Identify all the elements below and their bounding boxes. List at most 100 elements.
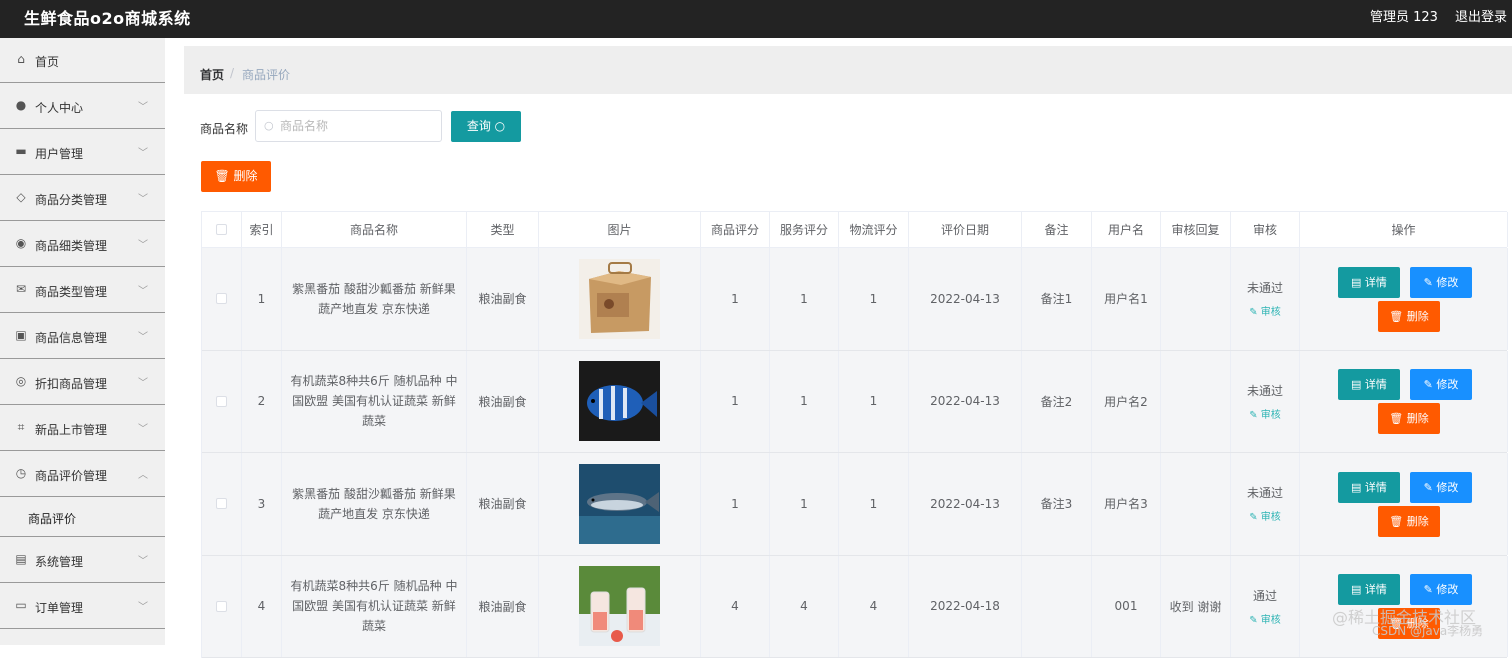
sidebar-subitem-review[interactable]: 商品评价 [0,497,165,537]
chevron-down-icon: ﹀ [138,328,148,343]
fish-image [579,361,660,441]
chevron-down-icon: ﹀ [138,98,148,113]
detail-button[interactable]: ▤ 详情 [1338,574,1400,605]
detail-button[interactable]: ▤ 详情 [1338,472,1400,503]
cell-image [539,556,701,658]
chevron-down-icon: ﹀ [138,282,148,297]
cell-date: 2022-04-13 [909,453,1022,555]
row-checkbox[interactable] [216,498,227,509]
sidebar-item-info[interactable]: ▣ 商品信息管理 ﹀ [0,313,165,359]
cell-actions: ▤ 详情 ✎ 修改 🗑 删除 [1300,453,1508,555]
status-text: 未通过 [1247,382,1283,399]
sidebar-item-label: 商品分类管理 [35,191,107,208]
sidebar-item-label: 订单管理 [35,599,83,616]
sidebar-item-label: 用户管理 [35,145,83,162]
cell-reply [1161,453,1231,555]
cell-service-score: 1 [770,248,839,350]
delete-button[interactable]: 🗑 删除 [1378,506,1440,537]
cell-reply: 收到 谢谢 [1161,556,1231,658]
detail-button[interactable]: ▤ 详情 [1338,369,1400,400]
cell-name: 有机蔬菜8种共6斤 随机品种 中国欧盟 美国有机认证蔬菜 新鲜蔬菜 [282,351,467,453]
header-note: 备注 [1022,212,1092,247]
cell-index: 2 [242,351,282,453]
header-type: 类型 [467,212,539,247]
chevron-down-icon: ﹀ [138,420,148,435]
breadcrumb-separator: / [230,66,234,80]
search-input[interactable] [280,117,430,135]
box-image [579,259,660,339]
breadcrumb-home[interactable]: 首页 [200,66,224,83]
cell-service-score: 1 [770,453,839,555]
review-table: 索引 商品名称 类型 图片 商品评分 服务评分 物流评分 评价日期 备注 用户名… [201,211,1507,658]
detail-button[interactable]: ▤ 详情 [1338,267,1400,298]
row-checkbox[interactable] [216,396,227,407]
sidebar-item-subcategory[interactable]: ◉ 商品细类管理 ﹀ [0,221,165,267]
edit-button[interactable]: ✎ 修改 [1410,574,1472,605]
table-row: 3 紫黑番茄 酸甜沙瓤番茄 新鲜果蔬产地直发 京东快递 粮油副食 1 1 1 2… [202,453,1507,556]
edit-button[interactable]: ✎ 修改 [1410,267,1472,298]
sidebar-item-type[interactable]: ✉ 商品类型管理 ﹀ [0,267,165,313]
sidebar-item-profile[interactable]: ● 个人中心 ﹀ [0,83,165,129]
delete-button[interactable]: 🗑 删除 [1378,403,1440,434]
table-row: 2 有机蔬菜8种共6斤 随机品种 中国欧盟 美国有机认证蔬菜 新鲜蔬菜 粮油副食… [202,351,1507,454]
header-service-score: 服务评分 [770,212,839,247]
sidebar-item-discount[interactable]: ◎ 折扣商品管理 ﹀ [0,359,165,405]
row-checkbox[interactable] [216,293,227,304]
clock-icon: ◷ [15,467,27,479]
main-content: 首页 / 商品评价 商品名称 ○ 查询 ○ 🗑 删除 索引 商品名称 类型 图片… [184,38,1512,645]
row-checkbox[interactable] [216,601,227,612]
cell-image [539,351,701,453]
search-label: 商品名称 [200,120,248,137]
monitor-icon: ▭ [15,599,27,611]
header-reply: 审核回复 [1161,212,1231,247]
search-box[interactable]: ○ [255,110,442,142]
chevron-up-icon: ︿ [138,466,148,481]
edit-button[interactable]: ✎ 修改 [1410,472,1472,503]
circle-icon: ◎ [15,375,27,387]
tag-icon: ◇ [15,191,27,203]
audit-link[interactable]: ✎ 审核 [1249,508,1281,523]
sidebar-item-users[interactable]: ▬ 用户管理 ﹀ [0,129,165,175]
cell-index: 1 [242,248,282,350]
chevron-down-icon: ﹀ [138,144,148,159]
select-all-checkbox[interactable] [216,224,227,235]
delete-button[interactable]: 🗑 删除 [1378,301,1440,332]
cell-name: 紫黑番茄 酸甜沙瓤番茄 新鲜果蔬产地直发 京东快递 [282,248,467,350]
sidebar-item-orders[interactable]: ▭ 订单管理 ﹀ [0,583,165,629]
sidebar-item-label: 个人中心 [35,99,83,116]
edit-button[interactable]: ✎ 修改 [1410,369,1472,400]
cell-name: 有机蔬菜8种共6斤 随机品种 中国欧盟 美国有机认证蔬菜 新鲜蔬菜 [282,556,467,658]
cell-status: 通过 ✎ 审核 [1231,556,1300,658]
cell-note: 备注3 [1022,453,1092,555]
table-row: 1 紫黑番茄 酸甜沙瓤番茄 新鲜果蔬产地直发 京东快递 粮油副食 1 1 1 2… [202,248,1507,351]
sidebar-item-system[interactable]: ▤ 系统管理 ﹀ [0,537,165,583]
batch-delete-button[interactable]: 🗑 删除 [201,161,271,192]
sidebar-item-category[interactable]: ◇ 商品分类管理 ﹀ [0,175,165,221]
cell-date: 2022-04-13 [909,351,1022,453]
header-actions: 操作 [1300,212,1508,247]
header-goods-score: 商品评分 [701,212,770,247]
fish2-image [579,464,660,544]
status-text: 未通过 [1247,484,1283,501]
header-date: 评价日期 [909,212,1022,247]
row-select-cell [202,556,242,658]
watermark-csdn: CSDN @java李杨勇 [1372,622,1483,639]
header-name: 商品名称 [282,212,467,247]
audit-link[interactable]: ✎ 审核 [1249,611,1281,626]
sidebar-item-new[interactable]: ⌗ 新品上市管理 ﹀ [0,405,165,451]
sidebar-item-home[interactable]: ⌂ 首页 [0,38,165,83]
chevron-down-icon: ﹀ [138,598,148,613]
logout-link[interactable]: 退出登录 [1455,6,1507,25]
audit-link[interactable]: ✎ 审核 [1249,303,1281,318]
sidebar-subitem-label: 商品评价 [28,510,76,527]
cell-type: 粮油副食 [467,248,539,350]
query-button[interactable]: 查询 ○ [451,111,521,142]
sidebar-item-label: 折扣商品管理 [35,375,107,392]
breadcrumb-current: 商品评价 [242,66,290,83]
cell-status: 未通过 ✎ 审核 [1231,453,1300,555]
cell-type: 粮油副食 [467,351,539,453]
sidebar-item-label: 首页 [35,53,59,70]
sidebar-item-review[interactable]: ◷ 商品评价管理 ︿ [0,451,165,497]
audit-link[interactable]: ✎ 审核 [1249,406,1281,421]
header-index: 索引 [242,212,282,247]
